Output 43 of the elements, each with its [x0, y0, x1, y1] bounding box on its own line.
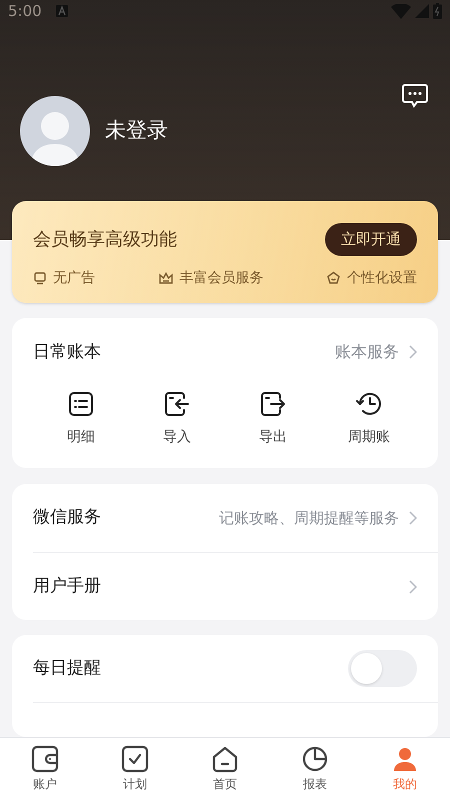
message-icon[interactable] [402, 82, 428, 108]
reminder-label: 每日提醒 [33, 656, 101, 680]
login-status[interactable]: 未登录 [105, 114, 168, 146]
service-row[interactable]: 用户手册 [33, 552, 438, 620]
activate-button[interactable]: 立即开通 [325, 222, 417, 256]
ledger-action[interactable]: 导入 [163, 427, 191, 448]
perk-label: 丰富会员服务 [180, 268, 264, 288]
list-icon [68, 391, 94, 417]
service-label: 微信服务 [33, 506, 101, 530]
tab-item[interactable]: 首页 [180, 738, 270, 800]
service-label: 用户手册 [33, 574, 101, 598]
ledger-action[interactable]: 周期账 [348, 427, 390, 448]
battery-icon [433, 3, 442, 20]
ledger-action[interactable]: 明细 [67, 427, 95, 448]
crown-icon [158, 271, 174, 285]
signal-icon [415, 4, 429, 18]
chart-icon [301, 745, 329, 773]
notification-icon [56, 5, 68, 18]
export-icon [260, 391, 286, 417]
toggle-switch[interactable] [348, 650, 417, 687]
membership-title: 会员畅享高级功能 [33, 228, 177, 252]
wifi-icon [391, 4, 411, 19]
service-row[interactable]: 微信服务 记账攻略、周期提醒等服务 [33, 484, 438, 552]
import-icon [164, 391, 190, 417]
perk-label: 无广告 [53, 268, 95, 288]
history-icon [355, 391, 383, 417]
wallet-icon [31, 745, 59, 773]
tab-item[interactable]: 报表 [270, 738, 360, 800]
status-time: 5:00 [8, 1, 42, 22]
chevron-right-icon [409, 511, 417, 525]
chevron-right-icon [409, 345, 417, 360]
pentagon-icon [326, 271, 341, 285]
ledger-title: 日常账本 [33, 340, 101, 364]
checkbox-icon [121, 745, 149, 773]
tab-item[interactable]: 账户 [0, 738, 90, 800]
home-icon [211, 745, 239, 773]
screen-icon [33, 271, 47, 285]
perk-label: 个性化设置 [347, 268, 417, 288]
service-detail: 记账攻略、周期提醒等服务 [219, 508, 399, 529]
user-icon [391, 745, 419, 773]
chevron-right-icon [409, 580, 417, 594]
tab-item[interactable]: 计划 [90, 738, 180, 800]
ledger-action[interactable]: 导出 [259, 427, 287, 448]
